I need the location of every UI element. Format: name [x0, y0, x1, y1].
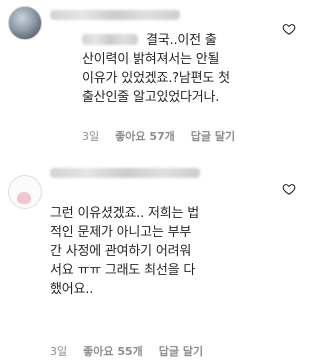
comment-meta: 3일 좋아요 57개 답글 달기 [82, 128, 235, 144]
username-blurred[interactable] [50, 10, 180, 20]
avatar-illustration [17, 192, 31, 204]
comment-meta: 3일 좋아요 55개 답글 달기 [50, 343, 203, 359]
likes-count[interactable]: 좋아요 57개 [115, 128, 175, 144]
comment-text-first-line: 결국..이전 출 [146, 33, 217, 48]
comment-1: 결국..이전 출 산이력이 밝혀져서는 안될 이유가 있었겠죠.?남편도 첫 출… [0, 0, 304, 160]
comment-2: 그런 이유셨겠죠.. 저희는 법 적인 문제가 아니고는 부부 간 사정에 관여… [0, 160, 304, 364]
reply-button[interactable]: 답글 달기 [191, 128, 235, 144]
avatar[interactable] [8, 175, 42, 209]
comment-text: 산이력이 밝혀져서는 안될 이유가 있었겠죠.?남편도 첫 출산인줄 알고있었다… [82, 52, 230, 105]
comment-time: 3일 [82, 130, 100, 143]
mention-blurred[interactable] [82, 34, 138, 45]
likes-count[interactable]: 좋아요 55개 [83, 343, 143, 359]
heart-icon[interactable] [282, 182, 296, 196]
heart-icon[interactable] [282, 22, 296, 36]
username-blurred[interactable] [50, 168, 200, 178]
reply-button[interactable]: 답글 달기 [159, 343, 203, 359]
avatar[interactable] [8, 6, 42, 40]
comment-text: 그런 이유셨겠죠.. 저희는 법 적인 문제가 아니고는 부부 간 사정에 관여… [50, 206, 200, 297]
comment-time: 3일 [50, 345, 68, 358]
